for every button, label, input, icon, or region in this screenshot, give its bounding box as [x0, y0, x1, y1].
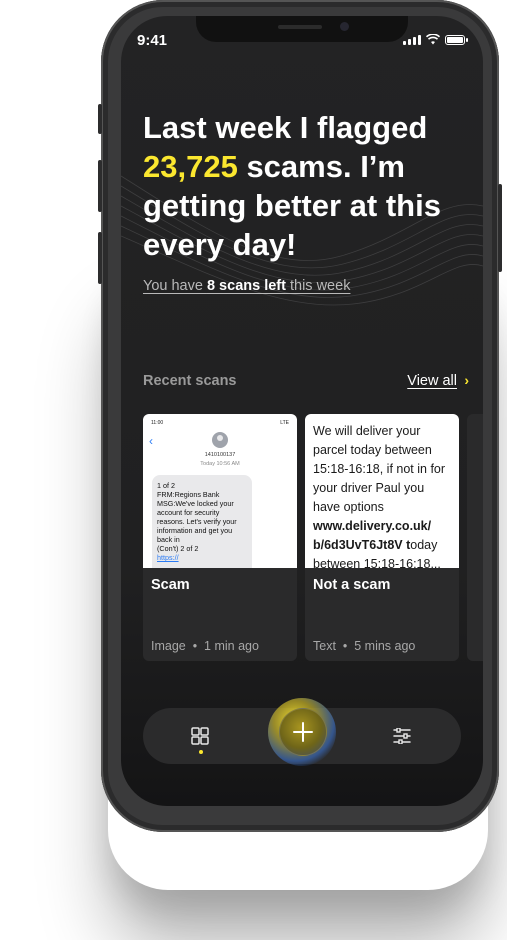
scan-meta: Text • 5 mins ago — [313, 639, 415, 653]
speaker — [278, 25, 322, 29]
headline-text: Last week I flagged — [143, 110, 428, 145]
scan-verdict: Not a scam — [313, 577, 391, 593]
grid-icon[interactable] — [191, 727, 209, 745]
image-preview: 11:00 LTE ‹ 1410100137 Today 10:56 AM 1 … — [143, 414, 297, 568]
chevron-right-icon[interactable]: › — [464, 372, 469, 388]
mute-switch — [98, 104, 102, 134]
active-tab-indicator — [199, 750, 203, 754]
status-time: 9:41 — [137, 32, 168, 49]
app-screen: 9:41 Last week I flagged 23,725 scams. I’… — [121, 16, 483, 806]
scan-type: Text — [313, 639, 336, 653]
volume-down-button — [98, 232, 102, 284]
notch — [196, 16, 408, 42]
sender-number: 1410100137 — [204, 452, 236, 458]
view-all-link[interactable]: View all — [407, 373, 457, 389]
scan-card-not-scam[interactable]: We will deliver your parcel today betwee… — [305, 414, 459, 661]
status-icons — [403, 34, 468, 45]
filters-icon[interactable] — [393, 728, 411, 744]
scan-type: Image — [151, 639, 186, 653]
message-link: https:// — [157, 553, 179, 562]
signal-icon — [403, 35, 421, 45]
message-text: 1 of 2 FRM:Regions Bank MSG:We've locked… — [157, 481, 237, 553]
recent-scans-title: Recent scans — [143, 373, 237, 389]
scam-count: 23,725 — [143, 149, 238, 184]
text-preview-content: We will deliver your parcel today betwee… — [313, 422, 453, 568]
new-scan-button[interactable] — [279, 708, 327, 756]
tab-bar — [143, 698, 461, 766]
scan-card-partial[interactable] — [467, 414, 483, 661]
contact-avatar-icon — [212, 432, 228, 448]
scan-time: 1 min ago — [204, 639, 259, 653]
preview-status-right: LTE — [280, 420, 289, 426]
scans-left-prefix: You have — [143, 278, 207, 294]
scan-meta: Image • 1 min ago — [151, 639, 259, 653]
scan-card-scam[interactable]: 11:00 LTE ‹ 1410100137 Today 10:56 AM 1 … — [143, 414, 297, 661]
scan-verdict: Scam — [151, 577, 190, 593]
wifi-icon — [426, 34, 440, 45]
message-bubble: 1 of 2 FRM:Regions Bank MSG:We've locked… — [152, 475, 252, 568]
power-button — [498, 184, 502, 272]
scans-left-suffix: this week — [285, 278, 351, 294]
scan-time: 5 mins ago — [354, 639, 416, 653]
plus-icon — [293, 722, 313, 742]
volume-up-button — [98, 160, 102, 212]
message-date: Today 10:56 AM — [200, 461, 240, 467]
hero-headline: Last week I flagged 23,725 scams. I’m get… — [143, 108, 463, 264]
scans-left-link[interactable]: You have 8 scans left this week — [143, 278, 350, 294]
front-camera — [340, 22, 349, 31]
battery-icon — [445, 35, 468, 45]
meta-separator: • — [342, 639, 348, 653]
text-preview: We will deliver your parcel today betwee… — [305, 414, 459, 568]
preview-status-time: 11:00 — [151, 420, 164, 426]
preview-text-before: We will deliver your parcel today betwee… — [313, 424, 446, 514]
chevron-left-icon: ‹ — [149, 434, 153, 448]
meta-separator: • — [192, 639, 198, 653]
scans-left-count: 8 scans left — [206, 278, 286, 294]
